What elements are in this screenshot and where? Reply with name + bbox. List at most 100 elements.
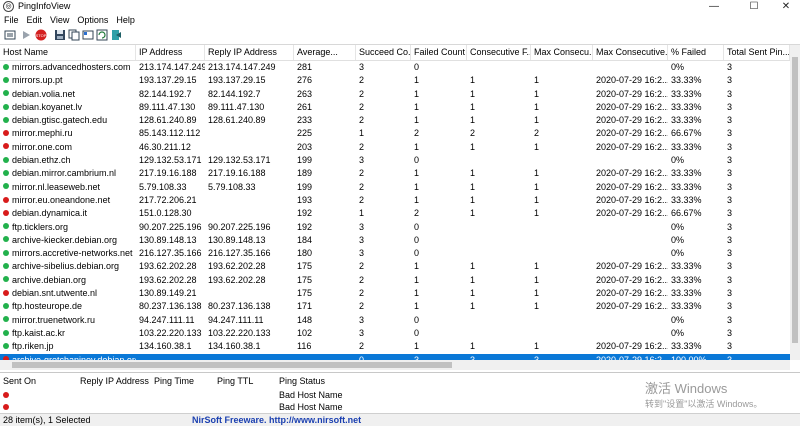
col-succeed-count-header[interactable]: Succeed Co... [356,45,411,60]
cell-text: 3 [727,208,733,219]
table-row[interactable]: mirror.truenetwork.ru 94.247.111.11 94.247… [0,314,790,327]
copy-icon[interactable] [68,29,80,41]
cell-text: mirror.nl.leaseweb.net [12,181,101,192]
play-icon[interactable] [20,29,32,41]
cell-text: 94.247.111.11 [208,314,264,325]
table-row[interactable]: debian.gtisc.gatech.edu 128.61.240.89 128.… [0,114,790,127]
table-row[interactable]: ftp.riken.jp 134.160.38.1 134.160.38.1 116 2… [0,340,790,353]
col-reply-ip-cell: 82.144.192.7 [205,88,294,101]
cell-text: 2020-07-29 16:2... [596,128,668,139]
menu-view[interactable]: View [46,13,73,27]
col-percent-failed-cell: 0% [668,234,724,247]
cell-text: 151.0.128.30 [139,208,192,219]
col-failed-count-cell: 1 [411,260,467,273]
col-consecutive-failed-cell [467,234,531,247]
vertical-scroll-thumb[interactable] [792,57,798,343]
col-max-consecutive-time-cell: 2020-07-29 16:2... [593,74,668,87]
table-row[interactable]: archive.debian.org 193.62.202.28 193.62.20… [0,274,790,287]
col-consecutive-failed-header[interactable]: Consecutive F... [467,45,531,60]
table-row[interactable]: ftp.kaist.ac.kr 103.22.220.133 103.22.220.… [0,327,790,340]
table-row[interactable]: debian.ethz.ch 129.132.53.171 129.132.53.1… [0,154,790,167]
close-button[interactable]: ✕ [772,0,800,13]
table-row[interactable]: mirrors.up.pt 193.137.29.15 193.137.29.15 2… [0,74,790,87]
col-consecutive-failed-cell: 1 [467,300,531,313]
status-item-count: 28 item(s), 1 Selected [3,415,91,425]
table-row[interactable]: mirror.eu.oneandone.net 217.72.206.21 193 2… [0,194,790,207]
table-row[interactable]: mirror.nl.leaseweb.net 5.79.108.33 5.79.10… [0,181,790,194]
col-failed-count-cell: 0 [411,234,467,247]
menu-options[interactable]: Options [73,13,112,27]
table-row[interactable]: debian.volia.net 82.144.192.7 82.144.192.7… [0,88,790,101]
exit-icon[interactable] [110,29,122,41]
col-ip-address-cell: 85.143.112.112 [136,127,205,140]
col-failed-count-cell: 0 [411,327,467,340]
open-icon[interactable] [4,29,16,41]
table-row[interactable]: ftp.ticklers.org 90.207.225.196 90.207.225… [0,221,790,234]
table-row[interactable]: ftp.hosteurope.de 80.237.136.138 80.237.13… [0,300,790,313]
col-average-cell: 233 [294,114,356,127]
menu-help[interactable]: Help [112,13,139,27]
col-max-consecutive-time-cell [593,221,668,234]
cell-text: 2 [534,128,540,139]
cell-text: 3 [727,288,733,299]
col-average-cell: 199 [294,154,356,167]
status-credit-link[interactable]: NirSoft Freeware. http://www.nirsoft.net [192,414,361,426]
cell-text: 276 [297,75,313,86]
table-row[interactable]: debian.mirror.cambrium.nl 217.19.16.188 21… [0,167,790,180]
horizontal-scrollbar[interactable] [0,360,790,370]
menu-edit[interactable]: Edit [23,13,47,27]
table-row[interactable]: archive-kiecker.debian.org 130.89.148.13 1… [0,234,790,247]
minimize-button[interactable]: — [700,0,728,13]
col-max-consecutive-time-header[interactable]: Max Consecutive... [593,45,668,60]
col-consecutive-failed-cell: 1 [467,74,531,87]
horizontal-scroll-thumb[interactable] [12,362,452,368]
col-failed-count-header[interactable]: Failed Count [411,45,467,60]
col-host-name-header[interactable]: Host Name [0,45,136,60]
stop-icon[interactable]: STOP [35,29,47,41]
vertical-scrollbar[interactable] [790,45,800,360]
cell-text: 193.62.202.28 [139,261,197,272]
maximize-button[interactable]: ☐ [740,0,768,13]
cell-text: 175 [297,261,313,272]
col-total-sent-cell: 3 [724,287,790,300]
col-average-header[interactable]: Average... [294,45,356,60]
table-row[interactable]: debian.koyanet.lv 89.111.47.130 89.111.47.… [0,101,790,114]
col-succeed-count-cell: 1 [356,207,411,220]
cell-text: mirror.mephi.ru [12,128,73,139]
menu-file[interactable]: File [0,13,23,27]
col-max-consecutive-time-cell: 2020-07-29 16:2... [593,127,668,140]
table-row[interactable]: mirror.mephi.ru 85.143.112.112 225 1 2 2 2 2020… [0,127,790,140]
ping-results-table[interactable]: Host Name IP Address Reply IP Address Avera… [0,45,790,360]
cell-text: 225 [297,128,313,139]
col-ip-address-header[interactable]: IP Address [136,45,205,60]
properties-icon[interactable] [82,29,94,41]
watermark-line1: 激活 Windows [645,381,728,396]
table-row[interactable]: mirror.one.com 46.30.211.12 203 2 1 1 1 2020-07… [0,141,790,154]
col-host-name-cell: mirrors.advancedhosters.com [0,61,136,74]
col-total-sent-header[interactable]: Total Sent Pin... [724,45,790,60]
cell-text: 3 [727,155,733,166]
col-percent-failed-header[interactable]: % Failed [668,45,724,60]
table-row[interactable]: archive-sibelius.debian.org 193.62.202.28… [0,260,790,273]
cell-text: 1 [470,88,476,99]
col-reply-ip-header[interactable]: Reply IP Address [205,45,294,60]
col-max-consecutive-header[interactable]: Max Consecu... [531,45,593,60]
cell-text: 33.33% [671,115,702,126]
cell-text: 1 [470,141,476,152]
table-row[interactable]: debian.snt.utwente.nl 130.89.149.21 175 2 1 1… [0,287,790,300]
save-icon[interactable] [54,29,66,41]
col-sent-on-header[interactable]: Sent On [0,375,36,387]
col-failed-count-cell: 1 [411,101,467,114]
col-ping-time-header[interactable]: Ping Time [151,375,194,387]
col-succeed-count-cell: 2 [356,300,411,313]
refresh-icon[interactable] [96,29,108,41]
col-ping-ttl-header[interactable]: Ping TTL [214,375,253,387]
table-row[interactable]: mirrors.accretive-networks.net 216.127.35… [0,247,790,260]
col-total-sent-cell: 3 [724,141,790,154]
cell-text: debian.koyanet.lv [12,101,83,112]
col-reply-ip-header[interactable]: Reply IP Address [77,375,149,387]
col-max-consecutive-cell: 1 [531,274,593,287]
table-row[interactable]: debian.dynamica.it 151.0.128.30 192 1 2 1 1 202… [0,207,790,220]
col-ping-status-header[interactable]: Ping Status [276,375,325,387]
table-row[interactable]: mirrors.advancedhosters.com 213.174.147.2… [0,61,790,74]
